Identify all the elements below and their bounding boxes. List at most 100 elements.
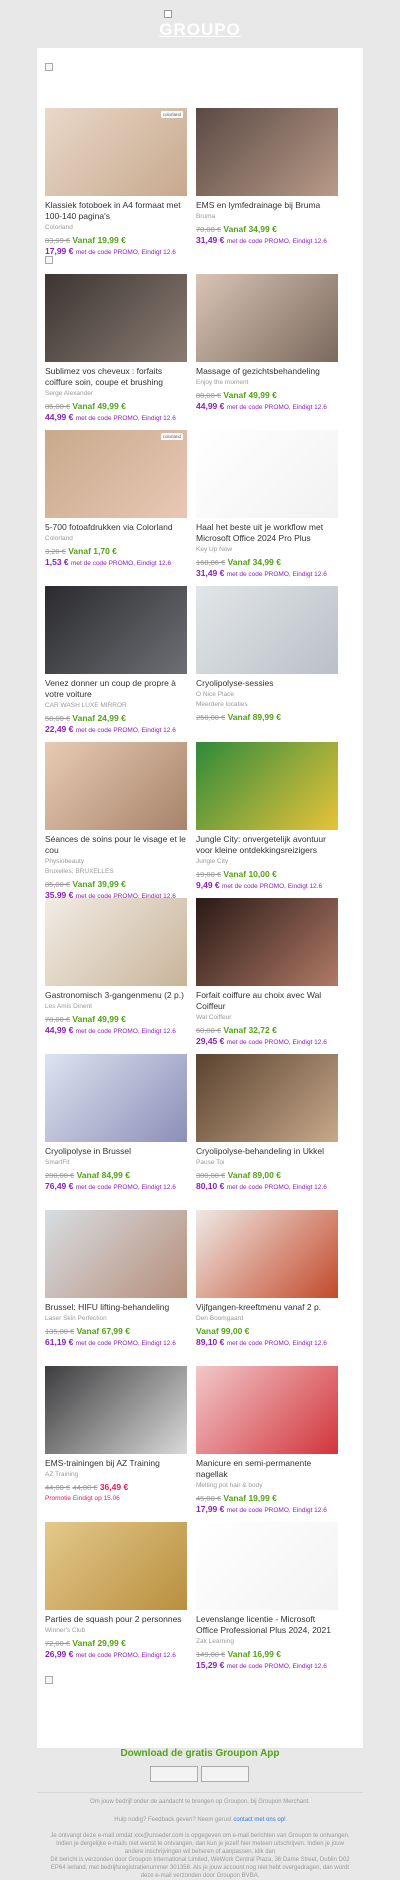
deal-image[interactable] [196, 1210, 338, 1298]
deal-tile[interactable]: Vijfgangen-kreeftmenu vanaf 2 p. Den Boom… [196, 1210, 338, 1349]
deal-merchant: Melting pot hair & body [196, 1482, 263, 1489]
colorland-badge: colorland [160, 111, 183, 118]
deal-title[interactable]: Levenslange licentie - Microsoft Office … [196, 1614, 338, 1636]
contact-link[interactable]: contact met ons op! [233, 1817, 285, 1823]
deal-price: 72,00 € Vanaf 29,99 € [45, 1638, 187, 1649]
new-price: Vanaf 10,00 € [223, 869, 277, 879]
new-price: Vanaf 34,99 € [227, 557, 281, 567]
promo-price: 61,19 € [45, 1337, 74, 1347]
promo-line: 44,99 € met de code PROMO, Eindigt 12.6 [45, 1025, 187, 1037]
deal-image[interactable] [45, 1522, 187, 1610]
deal-tile[interactable]: Venez donner un coup de propre à votre v… [45, 586, 187, 736]
deal-image[interactable]: colorland [45, 430, 187, 518]
deal-tile[interactable]: EMS-trainingen bij AZ Training AZ Trainin… [45, 1366, 187, 1504]
deal-price: 200,00 € Vanaf 84,99 € [45, 1170, 187, 1181]
deal-image[interactable] [196, 898, 338, 986]
deal-tile[interactable]: Forfait coiffure au choix avec Wal Coiff… [196, 898, 338, 1048]
new-price: 36,49 € [99, 1482, 129, 1492]
deal-tile[interactable]: Brussel: HIFU lifting-behandeling Laser S… [45, 1210, 187, 1349]
deal-image[interactable] [45, 1054, 187, 1142]
colorland-badge: colorland [160, 433, 183, 440]
new-price: Vanaf 49,99 € [223, 390, 277, 400]
old-price: 80,00 € [196, 391, 222, 400]
deal-tile[interactable]: Manicure en semi-permanente nagellak Melt… [196, 1366, 338, 1516]
promo-line: 44,99 € met de code PROMO, Eindigt 12.6 [196, 401, 338, 413]
deal-image[interactable] [196, 108, 338, 196]
deal-merchant: Les Amis Dinent [45, 1003, 92, 1010]
deal-title[interactable]: Massage of gezichtsbehandeling [196, 366, 338, 377]
new-price: Vanaf 99,00 € [196, 1326, 250, 1336]
deal-title[interactable]: Manicure en semi-permanente nagellak [196, 1458, 338, 1480]
deal-image[interactable] [196, 1054, 338, 1142]
deal-tile[interactable]: Parties de squash pour 2 personnes Winner… [45, 1522, 187, 1661]
deal-title[interactable]: Haal het beste uit je workflow met Micro… [196, 522, 338, 544]
deal-title[interactable]: Klassiek fotoboek in A4 formaat met 100-… [45, 200, 187, 222]
deal-title[interactable]: Forfait coiffure au choix avec Wal Coiff… [196, 990, 338, 1012]
promo-line: 61,19 € met de code PROMO, Eindigt 12.6 [45, 1337, 187, 1349]
deal-image[interactable] [45, 586, 187, 674]
deal-image[interactable] [196, 1522, 338, 1610]
deal-title[interactable]: Séances de soins pour le visage et le co… [45, 834, 187, 856]
google-play-badge[interactable] [201, 1766, 249, 1782]
deal-image[interactable] [45, 274, 187, 362]
promo-text: met de code PROMO, Eindigt 12.6 [226, 1039, 327, 1046]
deal-tile[interactable]: Cryolipolyse-sessies O Nice Place Meerdere… [196, 586, 338, 723]
groupon-logo[interactable]: GROUPO [0, 20, 400, 40]
deal-image[interactable] [45, 1210, 187, 1298]
deal-image[interactable] [45, 898, 187, 986]
deal-merchant: Enjoy the moment [196, 379, 249, 386]
deal-tile[interactable]: Jungle City: onvergetelijk avontuur voor… [196, 742, 338, 892]
deal-title[interactable]: Cryolipolyse-behandeling in Ukkel [196, 1146, 338, 1157]
deal-title[interactable]: Brussel: HIFU lifting-behandeling [45, 1302, 187, 1313]
deal-title[interactable]: Gastronomisch 3-gangenmenu (2 p.) [45, 990, 187, 1001]
deal-tile[interactable]: Séances de soins pour le visage et le co… [45, 742, 187, 902]
deal-title[interactable]: Parties de squash pour 2 personnes [45, 1614, 187, 1625]
deal-image[interactable] [45, 1366, 187, 1454]
old-price: 3,20 € [45, 547, 66, 556]
deal-title[interactable]: Vijfgangen-kreeftmenu vanaf 2 p. [196, 1302, 338, 1313]
new-price: Vanaf 19,99 € [223, 1493, 277, 1503]
promo-line: 9,49 € met de code PROMO, Eindigt 12.6 [196, 880, 338, 892]
deal-tile[interactable]: colorland Klassiek fotoboek in A4 formaat… [45, 108, 187, 258]
deal-tile[interactable]: Cryolipolyse in Brussel SmartFit 200,00 € … [45, 1054, 187, 1193]
new-price: Vanaf 84,99 € [76, 1170, 130, 1180]
received-notice: Je ontvangt deze e-mail omdat xxx@unsede… [50, 1833, 350, 1855]
promo-line: 17,99 € met de code PROMO, Eindigt 12.6 [196, 1504, 338, 1516]
deal-tile[interactable]: Levenslange licentie - Microsoft Office … [196, 1522, 338, 1672]
app-store-badge[interactable] [150, 1766, 198, 1782]
promo-line: 22,49 € met de code PROMO, Eindigt 12.6 [45, 724, 187, 736]
download-app-heading[interactable]: Download de gratis Groupon App [0, 1748, 400, 1759]
promo-end-notice: Promotie Eindigt op 15.06 [45, 1495, 120, 1502]
promo-text: met de code PROMO, Eindigt 12.6 [71, 560, 172, 567]
deal-price: 250,00 € Vanaf 89,99 € [196, 712, 338, 723]
deal-title[interactable]: Jungle City: onvergetelijk avontuur voor… [196, 834, 338, 856]
sent-by-notice: Dit bericht is verzonden door Groupon In… [50, 1857, 350, 1879]
deal-title[interactable]: 5-700 fotoafdrukken via Colorland [45, 522, 187, 533]
promo-price: 26,99 € [45, 1649, 74, 1659]
deal-image[interactable] [196, 586, 338, 674]
deal-title[interactable]: Cryolipolyse in Brussel [45, 1146, 187, 1157]
deal-title[interactable]: Sublimez vos cheveux : forfaits coiffure… [45, 366, 187, 388]
deal-image[interactable]: colorland [45, 108, 187, 196]
promo-text: met de code PROMO, Eindigt 12.6 [222, 883, 323, 890]
deal-tile[interactable]: Cryolipolyse-behandeling in Ukkel Pause T… [196, 1054, 338, 1193]
deal-tile[interactable]: Haal het beste uit je workflow met Micro… [196, 430, 338, 580]
deal-tile[interactable]: Massage of gezichtsbehandeling Enjoy the … [196, 274, 338, 413]
new-price: Vanaf 67,99 € [76, 1326, 130, 1336]
deal-title[interactable]: Cryolipolyse-sessies [196, 678, 338, 689]
deal-tile[interactable]: colorland 5-700 fotoafdrukken via Colorla… [45, 430, 187, 569]
deal-image[interactable] [196, 1366, 338, 1454]
deal-tile[interactable]: Sublimez vos cheveux : forfaits coiffure… [45, 274, 187, 424]
deal-title[interactable]: Venez donner un coup de propre à votre v… [45, 678, 187, 700]
deal-image[interactable] [45, 742, 187, 830]
promo-price: 17,99 € [196, 1504, 225, 1514]
deal-tile[interactable]: EMS en lymfedrainage bij Bruma Bruma 70,00… [196, 108, 338, 247]
deal-title[interactable]: EMS en lymfedrainage bij Bruma [196, 200, 338, 211]
deal-tile[interactable]: Gastronomisch 3-gangenmenu (2 p.) Les Ami… [45, 898, 187, 1037]
deal-image[interactable] [196, 430, 338, 518]
deal-image[interactable] [196, 742, 338, 830]
deal-title[interactable]: EMS-trainingen bij AZ Training [45, 1458, 187, 1469]
help-line: Hulp nodig? Feedback geven? Neem gerust … [50, 1816, 350, 1824]
promo-line: 15,29 € met de code PROMO, Eindigt 12.6 [196, 1660, 338, 1672]
deal-image[interactable] [196, 274, 338, 362]
